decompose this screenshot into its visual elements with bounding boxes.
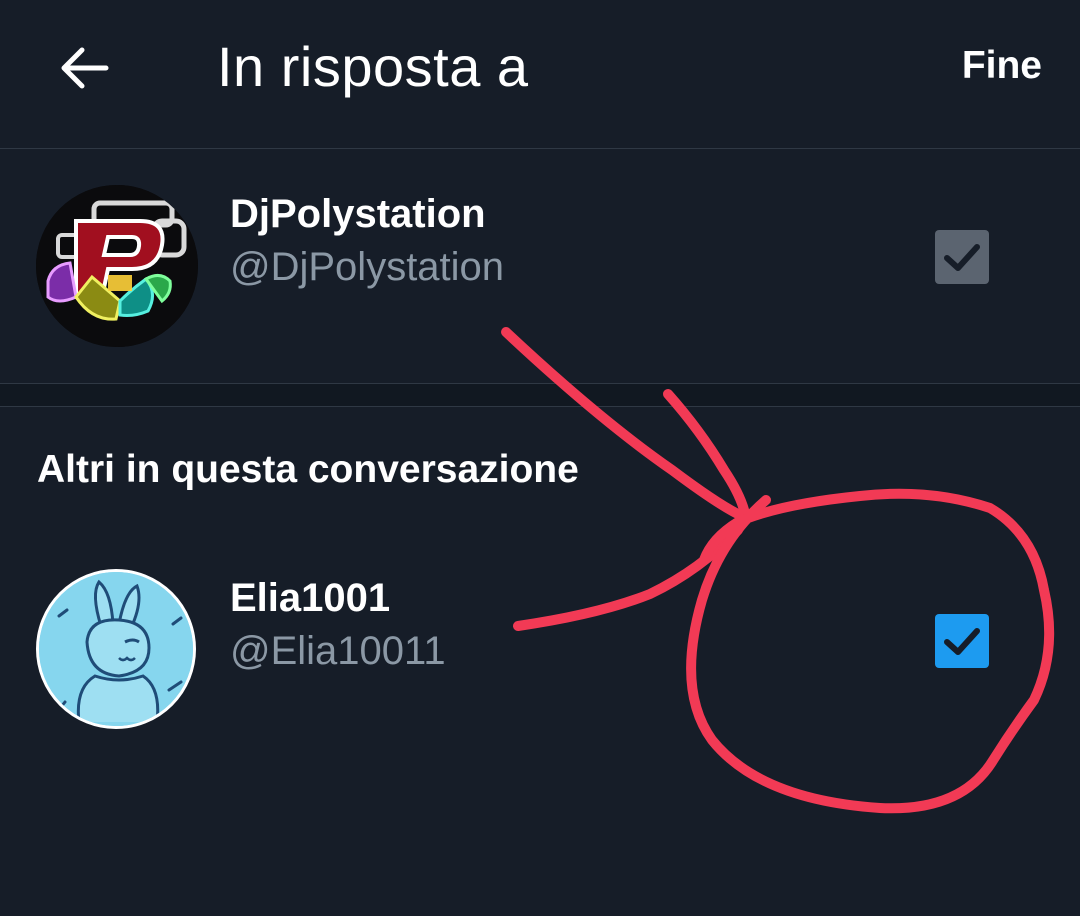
- section-divider-bottom: [0, 406, 1080, 407]
- done-button[interactable]: Fine: [962, 42, 1042, 90]
- user-name: DjPolystation: [230, 192, 486, 236]
- avatar-elia1001: [36, 569, 196, 729]
- checkbox-primary-user[interactable]: [935, 230, 989, 284]
- header-divider: [0, 148, 1080, 149]
- reply-to-screen: In risposta a Fine DjPolystation @DjPoly…: [0, 0, 1080, 916]
- avatar-djpolystation: [36, 185, 198, 347]
- section-title: Altri in questa conversazione: [37, 448, 579, 491]
- arrow-left-icon: [61, 47, 109, 89]
- checkmark-icon: [944, 244, 980, 271]
- section-separator: [0, 384, 1080, 406]
- user-handle: @DjPolystation: [230, 245, 505, 289]
- user-handle: @Elia10011: [230, 629, 446, 673]
- page-title: In risposta a: [217, 35, 529, 98]
- back-button[interactable]: [56, 40, 112, 96]
- header-bar: In risposta a Fine: [0, 0, 1080, 148]
- checkbox-other-user[interactable]: [935, 614, 989, 668]
- bunny-drawing-icon: [39, 572, 193, 726]
- djpolystation-logo-icon: [36, 185, 198, 347]
- checkmark-icon: [944, 628, 980, 655]
- list-item-other-user[interactable]: Elia1001 @Elia10011: [0, 560, 1080, 740]
- list-item-primary-user[interactable]: DjPolystation @DjPolystation: [0, 176, 1080, 356]
- user-name: Elia1001: [230, 576, 391, 620]
